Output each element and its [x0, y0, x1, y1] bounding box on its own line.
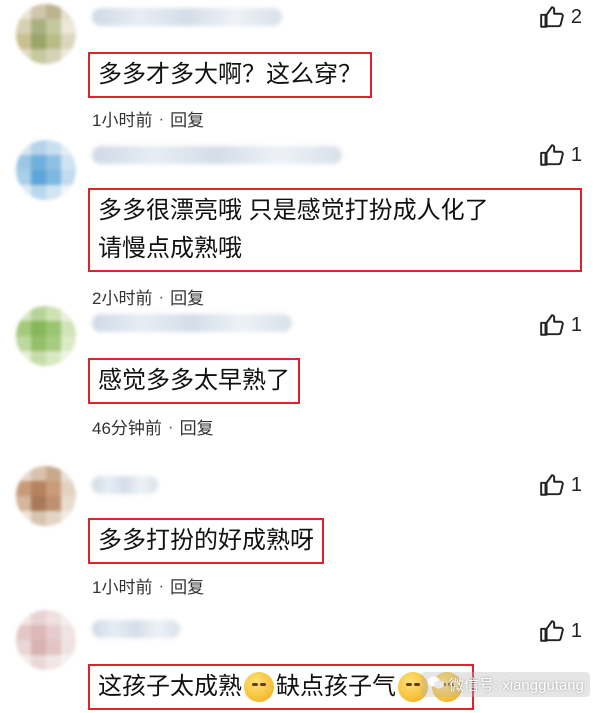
separator-dot: ·	[158, 286, 165, 306]
comment-time: 1小时前	[92, 578, 153, 597]
separator-dot: ·	[158, 575, 165, 595]
wechat-icon	[427, 675, 445, 695]
reply-button[interactable]: 回复	[170, 284, 204, 309]
like-button[interactable]: 1	[539, 618, 582, 644]
comment-time: 2小时前	[92, 289, 153, 308]
watermark: 微信号: xianggutang	[420, 672, 590, 697]
like-count: 1	[570, 473, 582, 496]
separator-dot: ·	[167, 416, 174, 436]
reply-button[interactable]: 回复	[170, 573, 204, 598]
reply-button[interactable]: 回复	[170, 106, 204, 131]
thinking-emoji-icon	[244, 672, 274, 702]
comment-meta: 2小时前 · 回复	[92, 284, 204, 309]
comment-time: 1小时前	[92, 111, 153, 130]
comment-meta: 1小时前 · 回复	[92, 106, 204, 131]
comment-text-part: 缺点孩子气	[276, 673, 396, 700]
avatar[interactable]	[16, 466, 76, 526]
username-blurred[interactable]	[92, 8, 282, 26]
thumbs-up-icon	[539, 312, 565, 338]
like-button[interactable]: 1	[539, 142, 582, 168]
thumbs-up-icon	[539, 472, 565, 498]
like-button[interactable]: 2	[539, 4, 582, 30]
watermark-text: 微信号: xianggutang	[448, 677, 584, 694]
like-count: 1	[570, 143, 582, 166]
avatar[interactable]	[16, 4, 76, 64]
username-blurred[interactable]	[92, 620, 180, 638]
username-blurred[interactable]	[92, 314, 292, 332]
comment-time: 46分钟前	[92, 419, 162, 438]
thumbs-up-icon	[539, 142, 565, 168]
comment-text: 这孩子太成熟 缺点孩子气	[88, 664, 474, 710]
comment-meta: 46分钟前 · 回复	[92, 414, 214, 439]
avatar[interactable]	[16, 306, 76, 366]
comment-text: 多多很漂亮哦 只是感觉打扮成人化了 请慢点成熟哦	[88, 188, 582, 272]
avatar[interactable]	[16, 610, 76, 670]
comment-text: 多多打扮的好成熟呀	[88, 518, 324, 564]
like-button[interactable]: 1	[539, 312, 582, 338]
comment-meta: 1小时前 · 回复	[92, 573, 204, 598]
like-count: 2	[570, 5, 582, 28]
comment-text-line: 请慢点成熟哦	[98, 235, 242, 262]
comment-text-line: 多多很漂亮哦 只是感觉打扮成人化了	[98, 197, 489, 224]
username-blurred[interactable]	[92, 146, 342, 164]
comment-text: 感觉多多太早熟了	[88, 358, 300, 404]
like-count: 1	[570, 619, 582, 642]
comment-text-part: 这孩子太成熟	[98, 673, 242, 700]
reply-button[interactable]: 回复	[180, 414, 214, 439]
separator-dot: ·	[158, 108, 165, 128]
username-blurred[interactable]	[92, 476, 158, 494]
like-button[interactable]: 1	[539, 472, 582, 498]
thumbs-up-icon	[539, 4, 565, 30]
avatar[interactable]	[16, 140, 76, 200]
like-count: 1	[570, 313, 582, 336]
thumbs-up-icon	[539, 618, 565, 644]
comment-text: 多多才多大啊？这么穿？	[88, 52, 372, 98]
